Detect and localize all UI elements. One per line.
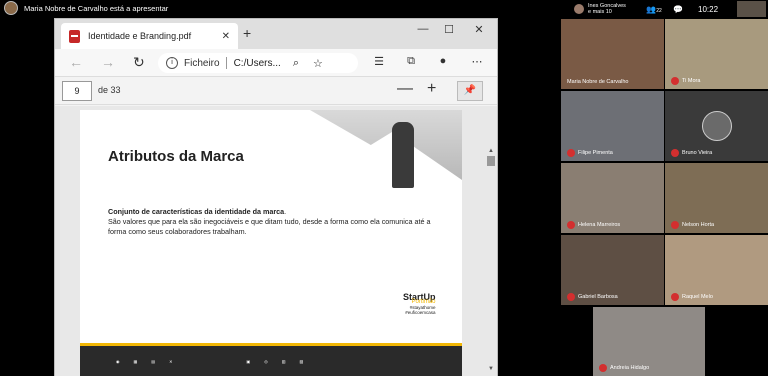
- zoom-in-button[interactable]: +: [427, 80, 436, 98]
- avatar: [574, 4, 584, 14]
- presenter-text: Maria Nobre de Carvalho está a apresenta…: [24, 3, 169, 13]
- mic-muted-icon: [599, 364, 607, 372]
- slide-title: Atributos da Marca: [108, 148, 244, 165]
- participant-tile[interactable]: Filipe Pimenta: [561, 91, 664, 161]
- info-icon[interactable]: i: [166, 57, 178, 69]
- startup-logo: StartUp Portimão #stayathome #euficoemca…: [403, 292, 436, 316]
- url-field[interactable]: i Ficheiro C:/Users... ⌕ ☆: [158, 53, 358, 73]
- mic-muted-icon: [671, 77, 679, 85]
- scroll-down-icon[interactable]: ▼: [487, 366, 495, 372]
- participant-tile[interactable]: Nelson Horta: [665, 163, 768, 233]
- favorite-star-icon[interactable]: ☆: [313, 57, 323, 70]
- participant-tile[interactable]: Raquel Melo: [665, 235, 768, 305]
- profile-icon[interactable]: ●: [435, 55, 451, 67]
- pdf-viewer[interactable]: Atributos da Marca Conjunto de caracterí…: [55, 106, 497, 376]
- pin-toolbar-button[interactable]: 📌: [457, 81, 483, 101]
- more-icon[interactable]: ⋯: [469, 55, 485, 68]
- slide-page: Atributos da Marca Conjunto de caracterí…: [80, 110, 462, 376]
- participants-icon[interactable]: 👥22: [642, 5, 666, 14]
- avatar: [702, 111, 732, 141]
- screen: Maria Nobre de Carvalho está a apresenta…: [0, 0, 768, 376]
- address-bar: ← → ↻ i Ficheiro C:/Users... ⌕ ☆ ☰ ⧉ ● ⋯: [55, 49, 497, 77]
- mic-muted-icon: [567, 221, 575, 229]
- mic-muted-icon: [671, 149, 679, 157]
- maximize-button[interactable]: ☐: [439, 23, 459, 36]
- scroll-up-icon[interactable]: ▲: [487, 148, 495, 154]
- url-scheme-label: Ficheiro: [184, 57, 220, 69]
- page-total: de 33: [98, 85, 121, 95]
- mic-muted-icon: [671, 293, 679, 301]
- participant-tile[interactable]: Maria Nobre de Carvalho: [561, 19, 664, 89]
- hiker-photo: [392, 122, 414, 188]
- back-button[interactable]: ←: [69, 54, 83, 70]
- close-icon[interactable]: ✕: [222, 31, 230, 42]
- url-text: C:/Users...: [233, 57, 281, 69]
- meeting-time: 10:22: [698, 4, 719, 14]
- slide-body: Conjunto de características da identidad…: [108, 207, 431, 236]
- participant-tile[interactable]: Bruno Vieira: [665, 91, 768, 161]
- tab-pdf[interactable]: Identidade e Branding.pdf ✕: [61, 23, 238, 49]
- collections-icon[interactable]: ⧉: [403, 55, 419, 68]
- slide-paragraph: São valores que para ela são inegociávei…: [108, 217, 431, 236]
- self-view-thumbnail[interactable]: [737, 1, 766, 17]
- participant-tile[interactable]: Gabriel Barbosa: [561, 235, 664, 305]
- pdf-icon: [69, 29, 80, 43]
- slide-bold-line: Conjunto de características da identidad…: [108, 207, 285, 216]
- favorites-icon[interactable]: ☰: [371, 55, 387, 68]
- refresh-button[interactable]: ↻: [133, 54, 145, 71]
- minimize-button[interactable]: —: [413, 23, 433, 35]
- zoom-icon[interactable]: ⌕: [293, 57, 299, 70]
- mic-muted-icon: [671, 221, 679, 229]
- tab-bar: Identidade e Branding.pdf ✕ + — ☐ ✕: [55, 19, 497, 49]
- participant-tile[interactable]: Ti Mora: [665, 19, 768, 89]
- participant-tile[interactable]: Helena Marreiros: [561, 163, 664, 233]
- divider: [225, 57, 227, 69]
- zoom-out-button[interactable]: —: [397, 80, 413, 98]
- new-tab-button[interactable]: +: [243, 25, 251, 41]
- participant-summary[interactable]: Ines Goncalves e mais 10: [588, 3, 642, 15]
- mountain-photo: [310, 110, 462, 180]
- mic-muted-icon: [567, 149, 575, 157]
- scrollbar[interactable]: ▲ ▼: [487, 148, 495, 376]
- scroll-thumb[interactable]: [487, 156, 495, 166]
- slide-footer-logos: ◉ ▦ ▤ ✕ ▣ ◎ ▥ ▧: [80, 343, 462, 376]
- mic-muted-icon: [567, 293, 575, 301]
- pdf-toolbar: 9 de 33 — + 📌: [55, 77, 497, 105]
- page-number-input[interactable]: 9: [62, 81, 92, 101]
- participant-tile[interactable]: Andreia Hidalgo: [593, 307, 705, 376]
- chat-icon[interactable]: 💬: [666, 5, 690, 14]
- browser-window: Identidade e Branding.pdf ✕ + — ☐ ✕ ← → …: [54, 18, 498, 376]
- forward-button[interactable]: →: [101, 54, 115, 70]
- presenter-avatar: [4, 1, 18, 15]
- tab-title: Identidade e Branding.pdf: [88, 31, 192, 41]
- close-window-button[interactable]: ✕: [469, 23, 489, 36]
